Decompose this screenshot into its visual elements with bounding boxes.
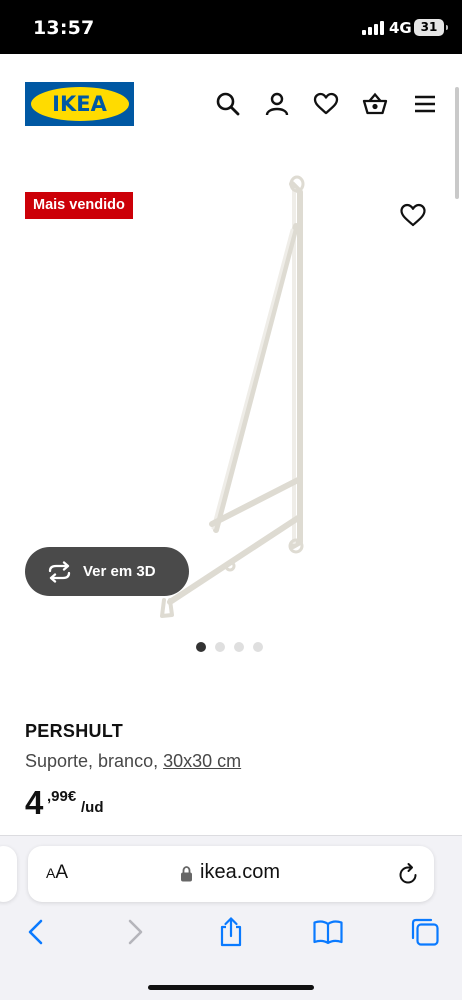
text-size-button[interactable]: AA	[46, 862, 68, 884]
page-scrollbar[interactable]	[455, 87, 459, 199]
previous-tab-card[interactable]	[0, 846, 17, 902]
carousel-dot[interactable]	[196, 642, 206, 652]
back-icon[interactable]	[20, 916, 52, 948]
signal-icon	[362, 21, 384, 35]
address-bar[interactable]: AA ikea.com	[28, 846, 434, 902]
browser-toolbar: AA ikea.com	[0, 835, 462, 1000]
price-decimals: ,99€	[47, 788, 77, 805]
carousel-dots	[196, 642, 263, 652]
search-icon[interactable]	[215, 91, 241, 117]
carousel-dot[interactable]	[215, 642, 225, 652]
logo-text: IKEA	[52, 92, 107, 116]
price-integer: 4	[25, 784, 44, 821]
url-text: ikea.com	[200, 861, 281, 883]
view-3d-button[interactable]: Ver em 3D	[25, 547, 189, 596]
reload-icon[interactable]	[396, 861, 420, 887]
best-seller-badge: Mais vendido	[25, 192, 133, 219]
battery-level: 31	[420, 20, 438, 34]
status-bar: 13:57 4G 31	[0, 0, 462, 54]
share-icon[interactable]	[215, 916, 247, 948]
product-type: Suporte, branco,	[25, 751, 164, 771]
product-size-link[interactable]: 30x30 cm	[163, 751, 241, 771]
carousel-dot[interactable]	[253, 642, 263, 652]
site-header: IKEA	[0, 54, 462, 154]
tabs-icon[interactable]	[409, 916, 441, 948]
logo-oval: IKEA	[30, 87, 129, 121]
user-icon[interactable]	[264, 91, 290, 117]
carousel-dot[interactable]	[234, 642, 244, 652]
lock-icon	[181, 866, 192, 882]
rotate-3d-icon	[48, 560, 71, 583]
favourite-heart-icon[interactable]	[399, 202, 427, 228]
view-3d-label: Ver em 3D	[83, 563, 156, 580]
ikea-logo[interactable]: IKEA	[25, 82, 134, 126]
forward-icon[interactable]	[119, 916, 151, 948]
status-time: 13:57	[33, 17, 95, 39]
bookmarks-icon[interactable]	[312, 916, 344, 948]
heart-icon[interactable]	[313, 91, 339, 117]
home-indicator[interactable]	[148, 985, 314, 990]
battery-icon: 31	[414, 19, 448, 36]
basket-icon[interactable]	[362, 91, 388, 117]
network-type: 4G	[389, 19, 412, 37]
product-description: Suporte, branco, 30x30 cm	[25, 751, 241, 772]
menu-icon[interactable]	[412, 91, 438, 117]
price-unit: /ud	[81, 799, 104, 816]
product-name: PERSHULT	[25, 721, 124, 741]
